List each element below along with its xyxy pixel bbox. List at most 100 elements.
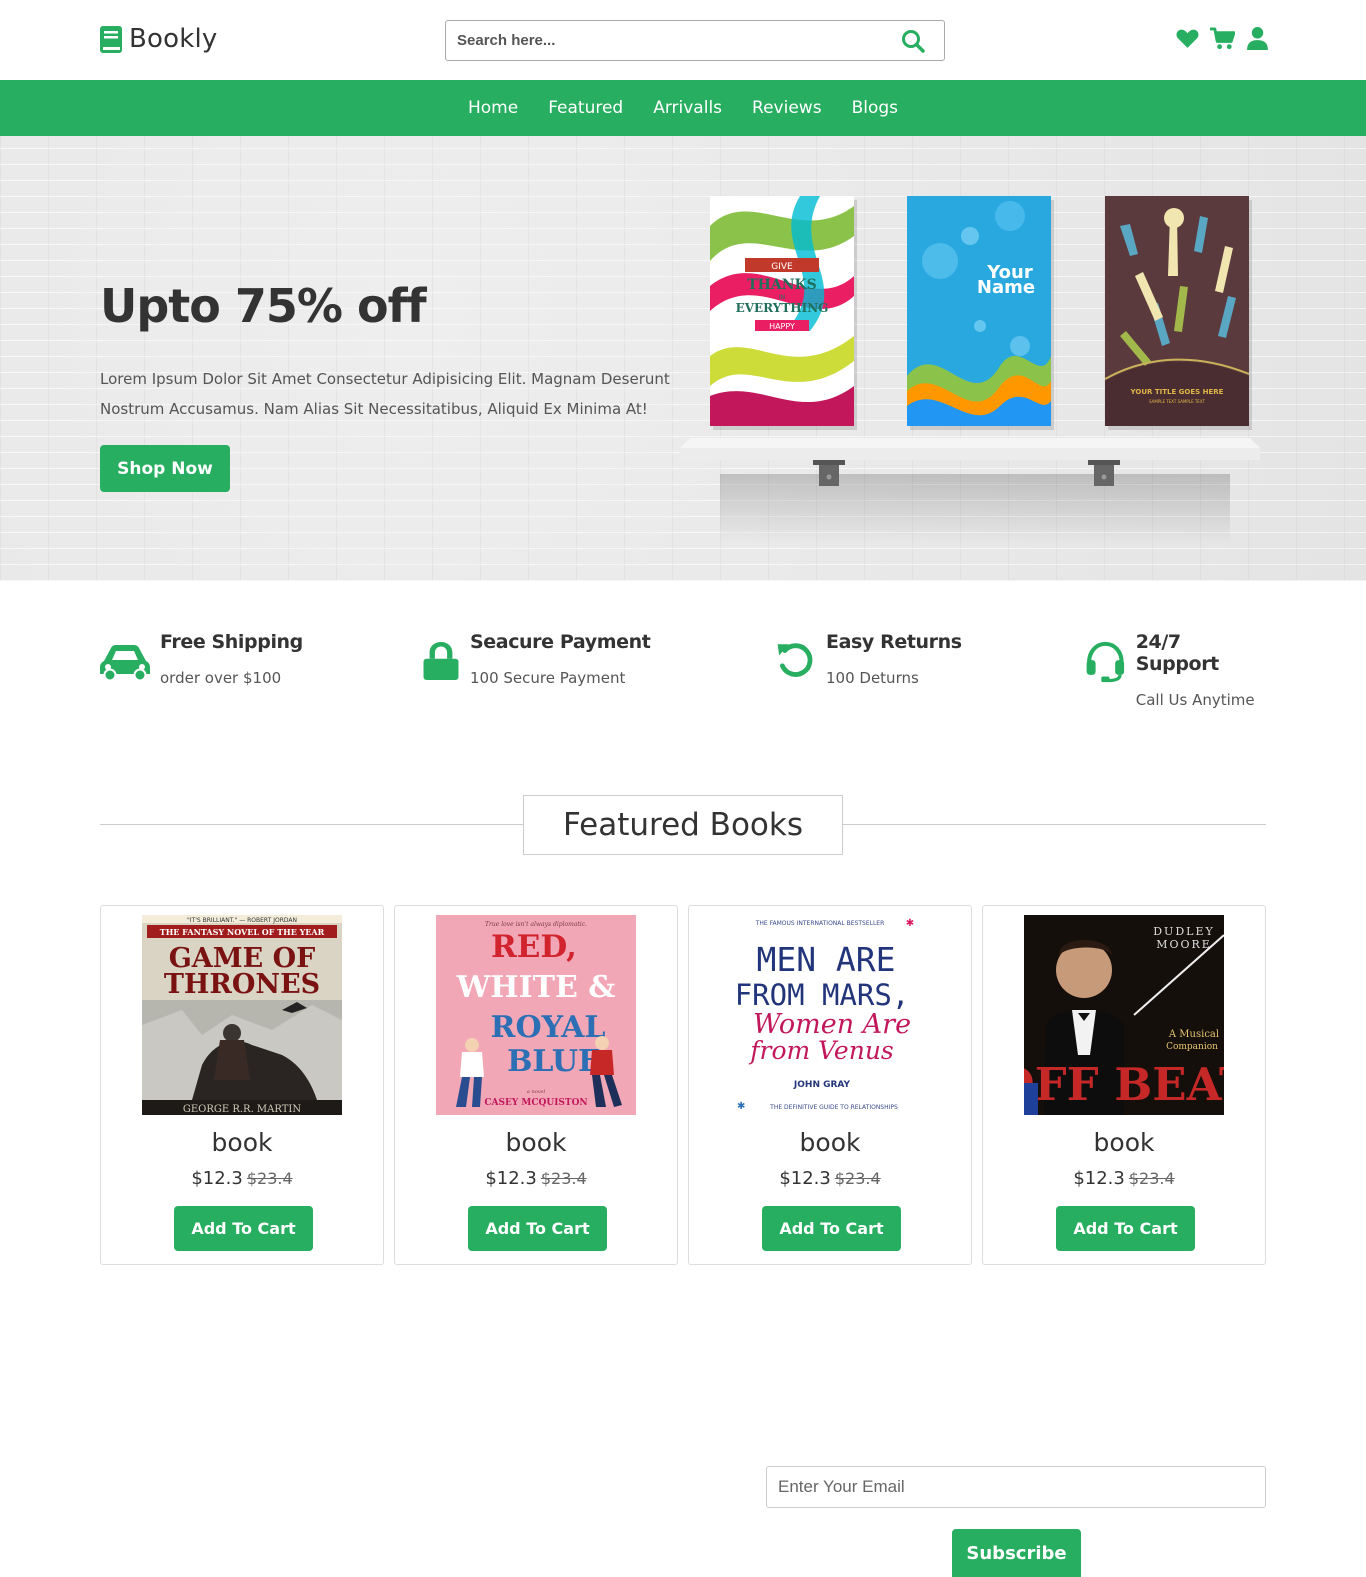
- cover-2-title-2: WHITE &: [456, 970, 616, 1005]
- shelf-book-1-line-4: EVERYTHING: [736, 301, 829, 315]
- cover-3-top: THE FAMOUS INTERNATIONAL BESTSELLER: [755, 920, 885, 927]
- cover-1-title-2: THRONES: [164, 969, 320, 1000]
- add-to-cart-button[interactable]: Add To Cart: [762, 1206, 901, 1251]
- heart-icon[interactable]: [1175, 26, 1200, 51]
- book-cover-off-beat[interactable]: DUDLEY MOORE A Musical Companion OFF BEA…: [1024, 915, 1224, 1115]
- cover-2-tag: a novel: [527, 1089, 546, 1095]
- shelf-book-1-line-1: GIVE: [771, 262, 793, 272]
- feature-free-shipping: Free Shipping order over $100: [100, 630, 303, 687]
- shelf-book-2-line-2: Name: [977, 277, 1035, 298]
- price-old: $23.4: [246, 1169, 293, 1188]
- shelf-book-1-line-2: THANKS: [747, 277, 817, 293]
- cover-1-top: "IT'S BRILLIANT." — ROBERT JORDAN: [187, 917, 297, 924]
- newsletter-email-input[interactable]: [766, 1466, 1266, 1508]
- book-price: $12.3 $23.4: [689, 1168, 971, 1189]
- cover-3-star: ✱: [906, 918, 914, 929]
- search-input[interactable]: [446, 21, 886, 60]
- feature-title: Free Shipping: [160, 631, 303, 653]
- shelf-book-1-line-3: IN: [779, 294, 785, 301]
- cover-4-tag-1: A Musical: [1168, 1029, 1219, 1040]
- header-icons: [1175, 26, 1270, 51]
- shop-now-button[interactable]: Shop Now: [100, 445, 230, 492]
- cover-4-tag-2: Companion: [1166, 1042, 1218, 1052]
- main-nav: Home Featured Arrivalls Reviews Blogs: [0, 80, 1366, 136]
- shelf-book-3-line-1: YOUR TITLE GOES HERE: [1130, 388, 1224, 396]
- header: Bookly: [0, 0, 1366, 80]
- cover-4-top-2: MOORE: [1156, 938, 1212, 951]
- nav-reviews[interactable]: Reviews: [752, 98, 822, 118]
- feature-easy-returns: Easy Returns 100 Deturns: [776, 630, 962, 687]
- feature-title: 24/7 Support: [1135, 631, 1220, 675]
- user-icon[interactable]: [1245, 26, 1270, 51]
- shelf-book-1: GIVE THANKS IN EVERYTHING HAPPY: [710, 196, 857, 430]
- book-cover-men-are-from-mars[interactable]: THE FAMOUS INTERNATIONAL BESTSELLER ✱ ME…: [730, 915, 930, 1115]
- price-current: $12.3: [779, 1168, 831, 1189]
- shelf-book-1-line-5: HAPPY: [769, 322, 795, 331]
- cover-4-top-1: DUDLEY: [1153, 925, 1215, 938]
- nav-blogs[interactable]: Blogs: [852, 98, 898, 118]
- feature-support: 24/7 Support Call Us Anytime: [1085, 630, 1266, 709]
- price-current: $12.3: [1073, 1168, 1125, 1189]
- book-cover-game-of-thrones[interactable]: "IT'S BRILLIANT." — ROBERT JORDAN THE FA…: [142, 915, 342, 1115]
- hero-banner: Upto 75% off Lorem Ipsum Dolor Sit Amet …: [0, 136, 1366, 581]
- cover-2-title-1: RED,: [491, 929, 577, 965]
- cover-3-author: JOHN GRAY: [793, 1080, 851, 1090]
- featured-title: Featured Books: [523, 795, 843, 855]
- feature-title: Seacure Payment: [470, 631, 651, 653]
- book-price: $12.3 $23.4: [101, 1168, 383, 1189]
- book-cover-red-white-royal-blue[interactable]: True love isn't always diplomatic. RED, …: [436, 915, 636, 1115]
- cover-1-tag: THE FANTASY NOVEL OF THE YEAR: [160, 927, 325, 937]
- book-card[interactable]: True love isn't always diplomatic. RED, …: [394, 905, 678, 1265]
- book-card[interactable]: DUDLEY MOORE A Musical Companion OFF BEA…: [982, 905, 1266, 1265]
- feature-title: Easy Returns: [826, 631, 962, 653]
- shelf-book-3-line-2: SAMPLE TEXT SAMPLE TEXT: [1149, 399, 1205, 404]
- nav-arrivals[interactable]: Arrivalls: [653, 98, 722, 118]
- bookshelf-illustration: GIVE THANKS IN EVERYTHING HAPPY Your Nam…: [680, 196, 1260, 544]
- cover-3-title-4: from Venus: [748, 1036, 894, 1065]
- search-icon[interactable]: [901, 29, 925, 53]
- nav-home[interactable]: Home: [468, 98, 518, 118]
- price-current: $12.3: [485, 1168, 537, 1189]
- feature-subtitle: Call Us Anytime: [1135, 691, 1255, 709]
- brand-name: Bookly: [129, 24, 218, 54]
- hero-description: Lorem Ipsum Dolor Sit Amet Consectetur A…: [100, 370, 670, 418]
- add-to-cart-button[interactable]: Add To Cart: [174, 1206, 313, 1251]
- cover-2-title-4: BLUE: [507, 1044, 601, 1079]
- hero-title: Upto 75% off: [100, 279, 427, 333]
- book-card[interactable]: "IT'S BRILLIANT." — ROBERT JORDAN THE FA…: [100, 905, 384, 1265]
- cover-2-top: True love isn't always diplomatic.: [485, 921, 587, 928]
- price-old: $23.4: [834, 1169, 881, 1188]
- logo[interactable]: Bookly: [100, 24, 218, 54]
- featured-books: "IT'S BRILLIANT." — ROBERT JORDAN THE FA…: [100, 905, 1266, 1265]
- cover-2-author: CASEY MCQUISTON: [484, 1098, 587, 1108]
- cover-3-title-1: MEN ARE: [756, 940, 895, 979]
- price-current: $12.3: [191, 1168, 243, 1189]
- cart-icon[interactable]: [1210, 26, 1235, 51]
- cover-2-title-3: ROYAL: [491, 1010, 606, 1045]
- book-name: book: [799, 1128, 861, 1157]
- add-to-cart-button[interactable]: Add To Cart: [468, 1206, 607, 1251]
- car-icon: [100, 645, 150, 682]
- book-name: book: [505, 1128, 567, 1157]
- book-name: book: [211, 1128, 273, 1157]
- features-row: Free Shipping order over $100 Seacure Pa…: [100, 630, 1266, 709]
- book-price: $12.3 $23.4: [395, 1168, 677, 1189]
- feature-subtitle: 100 Deturns: [826, 669, 919, 687]
- cover-1-author: GEORGE R.R. MARTIN: [183, 1104, 302, 1115]
- cover-3-tag: THE DEFINITIVE GUIDE TO RELATIONSHIPS: [769, 1104, 898, 1111]
- nav-featured[interactable]: Featured: [548, 98, 623, 118]
- book-icon: [100, 25, 122, 53]
- subscribe-button[interactable]: Subscribe: [952, 1529, 1081, 1577]
- redo-icon: [777, 643, 813, 677]
- headset-icon: [1086, 641, 1125, 683]
- book-price: $12.3 $23.4: [983, 1168, 1265, 1189]
- featured-section-heading: Featured Books: [100, 795, 1266, 855]
- feature-subtitle: 100 Secure Payment: [470, 669, 626, 687]
- cover-3-title-2: FROM MARS,: [735, 978, 910, 1012]
- price-old: $23.4: [1128, 1169, 1175, 1188]
- feature-secure-payment: Seacure Payment 100 Secure Payment: [422, 630, 651, 687]
- cover-4-title: OFF BEAT: [1024, 1058, 1224, 1111]
- price-old: $23.4: [540, 1169, 587, 1188]
- book-card[interactable]: THE FAMOUS INTERNATIONAL BESTSELLER ✱ ME…: [688, 905, 972, 1265]
- add-to-cart-button[interactable]: Add To Cart: [1056, 1206, 1195, 1251]
